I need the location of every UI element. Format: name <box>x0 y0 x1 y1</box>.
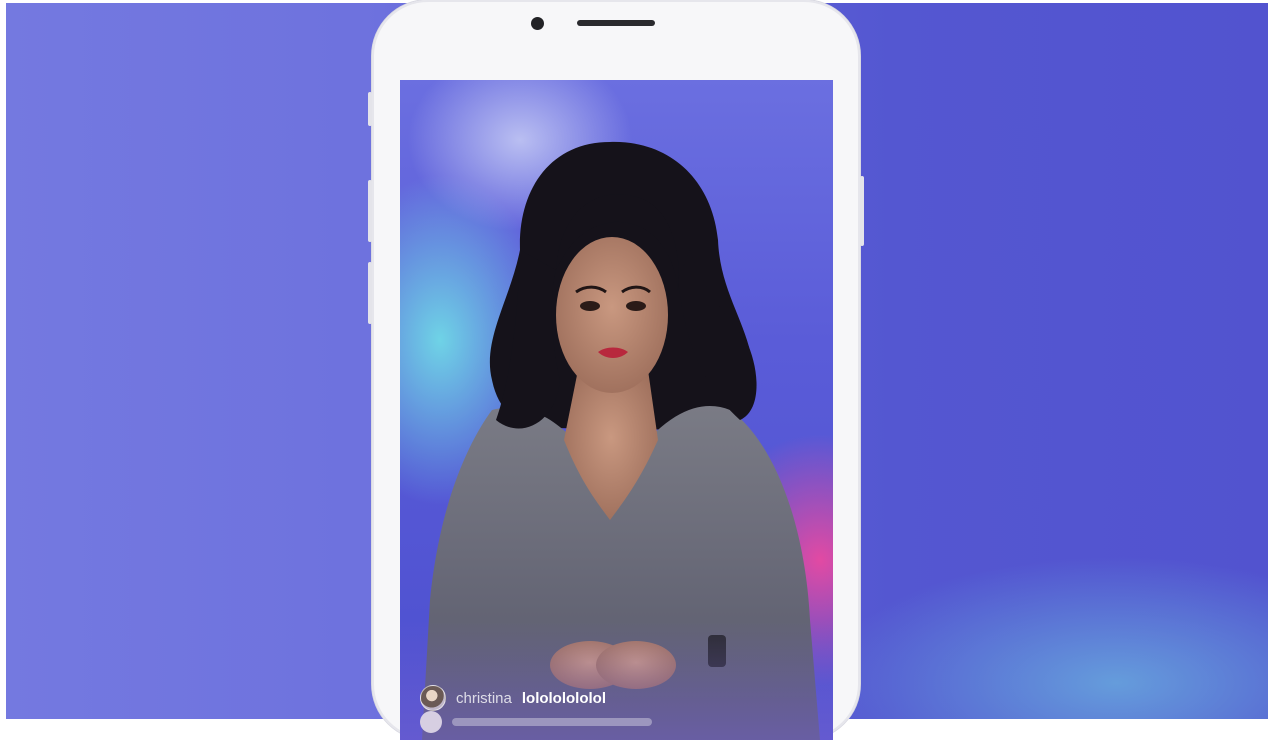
front-camera-icon <box>531 17 544 30</box>
comment-item[interactable]: christina lolololololol <box>420 685 606 711</box>
volume-up-button <box>368 180 372 242</box>
mute-switch <box>368 92 372 126</box>
comment-text: lolololololol <box>521 689 607 707</box>
power-button <box>860 176 864 246</box>
commenter-avatar <box>420 685 446 711</box>
comment-username: christina <box>456 689 512 707</box>
comment-item-partial <box>420 711 680 733</box>
comment-text-cutoff <box>452 718 652 726</box>
earpiece-speaker-icon <box>577 20 655 26</box>
volume-down-button <box>368 262 372 324</box>
phone-device: christina lolololololol <box>368 0 864 740</box>
live-video-screen[interactable]: christina lolololololol <box>400 80 833 740</box>
commenter-avatar <box>420 711 442 733</box>
